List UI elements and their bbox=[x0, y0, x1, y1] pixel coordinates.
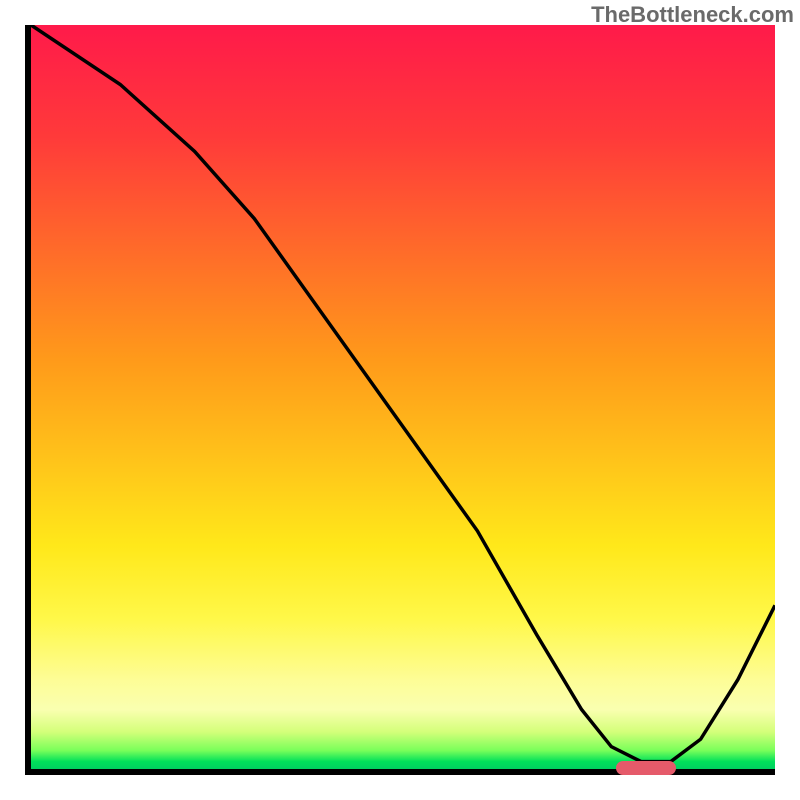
optimal-range-marker bbox=[616, 761, 676, 775]
chart-container: TheBottleneck.com bbox=[0, 0, 800, 800]
gradient-background bbox=[31, 25, 775, 769]
plot-area bbox=[25, 25, 775, 775]
